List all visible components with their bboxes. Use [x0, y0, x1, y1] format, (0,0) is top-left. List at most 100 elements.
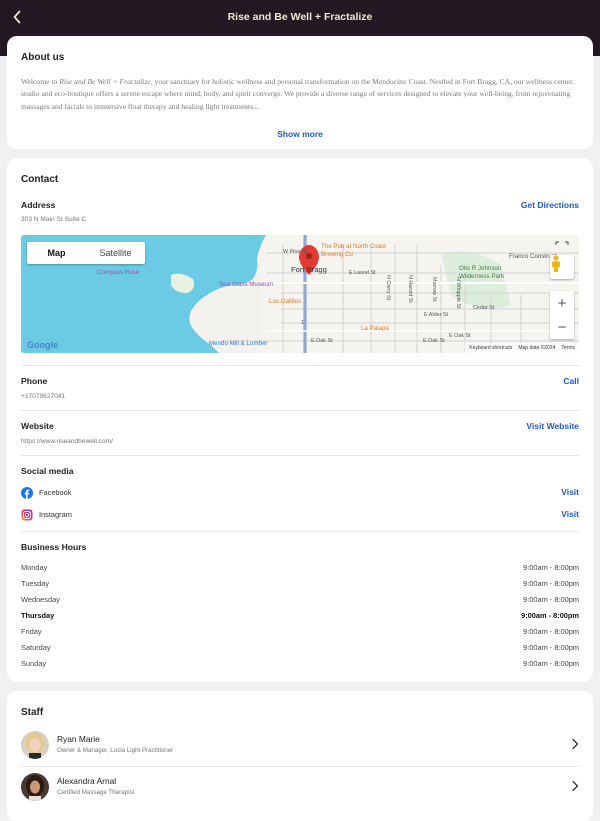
social-row-facebook: Facebook Visit — [21, 485, 579, 501]
avatar — [21, 773, 49, 801]
map-label-mendo-mill: Mendo Mill & Lumber — [209, 340, 268, 347]
about-heading: About us — [21, 52, 65, 63]
map-label-compass-rose: Compass Rose — [97, 269, 140, 276]
hours-day: Sunday — [21, 659, 47, 668]
divider — [21, 531, 579, 532]
chevron-right-icon — [572, 780, 579, 792]
page-title: Rise and Be Well + Fractalize — [227, 11, 373, 23]
map-label-otis: Otis R Johnson Wilderness Park — [459, 265, 505, 280]
hours-day: Wednesday — [21, 595, 60, 604]
staff-name: Alexandra Arnal — [57, 776, 117, 786]
map-label-e-oak-3: E Oak St — [449, 333, 471, 339]
hours-row-thursday: Thursday 9:00am - 8:00pm — [21, 611, 579, 623]
phone-value: +17079627041 — [21, 393, 66, 400]
map-label-la-palapa: La Palapa — [361, 325, 389, 332]
staff-row[interactable]: Ryan Marie Owner & Manager, Lucia Light … — [21, 728, 579, 764]
instagram-icon — [21, 509, 33, 521]
facebook-label: Facebook — [39, 488, 72, 497]
staff-name: Ryan Marie — [57, 734, 100, 744]
map-data-text: Map data ©2024 — [518, 345, 556, 351]
staff-card: Staff Ryan Marie Owner & Manager, Lucia … — [7, 691, 593, 821]
about-description: Welcome to Rise and Be Well + Fractalize… — [21, 77, 575, 111]
hours-time: 9:00am - 8:00pm — [523, 563, 579, 572]
hours-time: 9:00am - 8:00pm — [523, 643, 579, 652]
map-view[interactable]: The Pub at North Coast Brewing Co W Pine… — [21, 235, 579, 353]
staff-heading: Staff — [21, 707, 44, 718]
staff-row[interactable]: Alexandra Arnal Certified Massage Therap… — [21, 770, 579, 806]
avatar — [21, 731, 49, 759]
map-label-pub: The Pub at North Coast Brewing Co — [321, 243, 387, 258]
business-hours-label: Business Hours — [21, 542, 87, 552]
map-label-e-alder: E Alder St — [424, 312, 448, 318]
zoom-out-button[interactable]: − — [550, 315, 574, 339]
hours-row-wednesday: Wednesday 9:00am - 8:00pm — [21, 595, 579, 607]
hours-row-sunday: Sunday 9:00am - 8:00pm — [21, 659, 579, 671]
facebook-visit-link[interactable]: Visit — [561, 487, 579, 497]
website-label: Website — [21, 421, 54, 431]
staff-photo — [21, 731, 49, 759]
map-label-e-laurel: E Laurel St — [349, 270, 376, 276]
map-label-morrow: Morrow St — [431, 277, 437, 302]
divider — [21, 365, 579, 366]
divider — [21, 410, 579, 411]
zoom-in-button[interactable]: + — [550, 291, 574, 315]
hours-row-monday: Monday 9:00am - 8:00pm — [21, 563, 579, 575]
hours-time: 9:00am - 8:00pm — [523, 595, 579, 604]
hours-day: Saturday — [21, 643, 51, 652]
keyboard-shortcuts-link[interactable]: Keyboard shortcuts — [469, 345, 512, 351]
get-directions-link[interactable]: Get Directions — [521, 200, 579, 210]
hours-row-friday: Friday 9:00am - 8:00pm — [21, 627, 579, 639]
hours-row-saturday: Saturday 9:00am - 8:00pm — [21, 643, 579, 655]
website-value: https://www.riseandbewell.com/ — [21, 438, 113, 445]
map-tab-map[interactable]: Map — [27, 242, 86, 264]
hours-row-tuesday: Tuesday 9:00am - 8:00pm — [21, 579, 579, 591]
facebook-icon — [21, 487, 33, 499]
map-label-n-corry: N Corry St — [385, 275, 391, 301]
about-card: About us Welcome to Rise and Be Well + F… — [7, 36, 593, 149]
terms-link[interactable]: Terms — [561, 345, 575, 351]
instagram-label: Instagram — [39, 510, 72, 519]
map-label-w-pine: W Pine St — [283, 249, 307, 255]
map-label-n-harold: N Harold St — [407, 275, 413, 303]
divider — [21, 455, 579, 456]
google-logo: Google — [27, 340, 58, 350]
map-attribution: Keyboard shortcuts Map data ©2024 Terms — [465, 343, 579, 353]
fullscreen-icon — [555, 241, 569, 245]
map-label-n-whipple: N Whipple St — [455, 277, 461, 309]
zoom-control: + − — [550, 291, 574, 339]
contact-card: Contact Address 303 N Main St Suite C Ge… — [7, 158, 593, 682]
phone-label: Phone — [21, 376, 48, 386]
hours-day: Tuesday — [21, 579, 50, 588]
show-more-link[interactable]: Show more — [277, 129, 323, 139]
map-label-route-1: 1 — [301, 320, 305, 326]
fullscreen-button[interactable] — [550, 240, 574, 254]
map-label-e-oak-2: E Oak St — [423, 338, 445, 344]
street-view-pegman[interactable] — [550, 255, 574, 279]
address-value: 303 N Main St Suite C — [21, 216, 87, 223]
staff-role: Owner & Manager, Lucia Light Practitione… — [57, 747, 174, 754]
map-label-sea-glass: Sea Glass Museum — [219, 281, 273, 288]
hours-time: 9:00am - 8:00pm — [523, 659, 579, 668]
hours-time: 9:00am - 8:00pm — [521, 611, 579, 620]
divider — [21, 766, 579, 767]
staff-photo — [21, 773, 49, 801]
address-label: Address — [21, 200, 56, 210]
map-type-control: Map Satellite — [27, 242, 145, 264]
hours-day: Monday — [21, 563, 48, 572]
social-media-label: Social media — [21, 466, 74, 476]
contact-heading: Contact — [21, 174, 59, 185]
call-link[interactable]: Call — [563, 376, 579, 386]
social-row-instagram: Instagram Visit — [21, 507, 579, 523]
chevron-right-icon — [572, 738, 579, 750]
hours-time: 9:00am - 8:00pm — [523, 627, 579, 636]
instagram-visit-link[interactable]: Visit — [561, 509, 579, 519]
visit-website-link[interactable]: Visit Website — [526, 421, 579, 431]
pegman-icon — [552, 255, 560, 272]
map-label-e-oak-1: E Oak St — [311, 338, 333, 344]
hours-day: Friday — [21, 627, 42, 636]
map-label-fort-bragg: Fort Bragg — [291, 265, 327, 274]
map-label-cedar: Cedar St — [473, 305, 495, 311]
hours-time: 9:00am - 8:00pm — [523, 579, 579, 588]
map-tab-satellite[interactable]: Satellite — [86, 242, 145, 264]
map-label-los-gallitos: Los Gallitos — [269, 298, 302, 305]
